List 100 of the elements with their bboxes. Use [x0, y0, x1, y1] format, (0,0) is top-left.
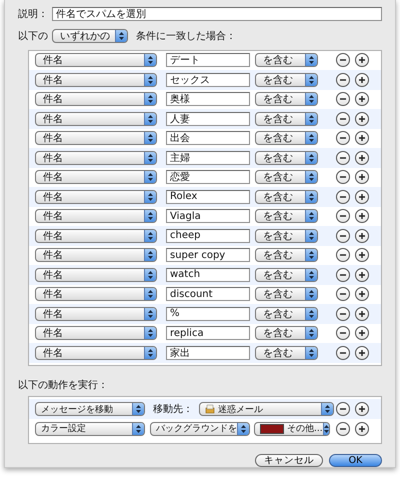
operator-popup[interactable]: を含む	[255, 209, 318, 224]
remove-button[interactable]	[336, 112, 350, 126]
field-popup[interactable]: 件名	[35, 306, 157, 321]
action-popup[interactable]: カラー設定	[35, 422, 145, 436]
add-button[interactable]	[355, 112, 369, 126]
value-field[interactable]: セックス	[166, 72, 250, 87]
add-button[interactable]	[355, 190, 369, 204]
value-field[interactable]: super copy	[166, 248, 250, 262]
add-button[interactable]	[355, 306, 369, 321]
field-popup[interactable]: 件名	[35, 72, 157, 87]
remove-button[interactable]	[336, 326, 350, 340]
operator-popup[interactable]: を含む	[255, 170, 318, 184]
add-button[interactable]	[355, 209, 369, 224]
action-popup[interactable]: メッセージを移動	[35, 402, 145, 416]
value-field[interactable]: watch	[166, 268, 250, 282]
value-field[interactable]: replica	[166, 326, 250, 340]
remove-button[interactable]	[336, 228, 350, 243]
up-down-arrows-icon	[148, 114, 153, 123]
match-popup[interactable]: いずれかの	[52, 28, 128, 43]
remove-button[interactable]	[336, 53, 350, 68]
add-button[interactable]	[355, 92, 369, 106]
value-field[interactable]: 恋愛	[166, 170, 250, 184]
add-button[interactable]	[355, 228, 369, 243]
remove-button[interactable]	[336, 402, 350, 416]
remove-button[interactable]	[336, 209, 350, 224]
remove-button[interactable]	[336, 131, 350, 146]
field-popup[interactable]: 件名	[35, 248, 157, 262]
field-popup[interactable]: 件名	[35, 346, 157, 360]
remove-button[interactable]	[336, 248, 350, 262]
remove-button[interactable]	[336, 92, 350, 106]
mailbox-popup[interactable]: 迷惑メール	[199, 402, 334, 416]
plus-icon	[358, 348, 366, 357]
up-down-arrows-icon	[309, 76, 314, 84]
operator-popup[interactable]: を含む	[255, 190, 318, 204]
operator-popup[interactable]: を含む	[255, 131, 318, 146]
remove-button[interactable]	[336, 190, 350, 204]
value-field[interactable]: 人妻	[166, 112, 250, 126]
field-popup[interactable]: 件名	[35, 190, 157, 204]
field-popup[interactable]: 件名	[35, 131, 157, 146]
remove-button[interactable]	[336, 268, 350, 282]
value-field[interactable]: Viagla	[166, 209, 250, 224]
add-button[interactable]	[355, 422, 369, 436]
ok-button[interactable]: OK	[329, 454, 382, 467]
add-button[interactable]	[355, 287, 369, 302]
operator-popup[interactable]: を含む	[255, 112, 318, 126]
operator-popup[interactable]: を含む	[255, 346, 318, 360]
add-button[interactable]	[355, 53, 369, 68]
add-button[interactable]	[355, 326, 369, 340]
field-popup[interactable]: 件名	[35, 112, 157, 126]
value-field[interactable]: cheep	[166, 228, 250, 243]
color-popup[interactable]: その他...	[254, 422, 330, 436]
operator-popup[interactable]: を含む	[255, 306, 318, 321]
operator-popup[interactable]: を含む	[255, 326, 318, 340]
operator-popup[interactable]: を含む	[255, 287, 318, 302]
add-button[interactable]	[355, 248, 369, 262]
operator-popup[interactable]: を含む	[255, 53, 318, 68]
add-button[interactable]	[355, 72, 369, 87]
description-field[interactable]: 件名でスパムを選別	[52, 6, 382, 21]
up-down-arrows-icon	[148, 232, 153, 240]
add-button[interactable]	[355, 402, 369, 416]
add-button[interactable]	[355, 268, 369, 282]
value-field[interactable]: デート	[166, 53, 250, 68]
operator-popup[interactable]: を含む	[255, 150, 318, 165]
operator-popup[interactable]: を含む	[255, 268, 318, 282]
remove-button[interactable]	[336, 287, 350, 302]
remove-button[interactable]	[336, 306, 350, 321]
operator-popup[interactable]: を含む	[255, 248, 318, 262]
value-field[interactable]: 出会	[166, 131, 250, 146]
add-button[interactable]	[355, 131, 369, 146]
field-popup[interactable]: 件名	[35, 287, 157, 302]
value-field[interactable]: Rolex	[166, 190, 250, 204]
field-popup[interactable]: 件名	[35, 92, 157, 106]
field-popup[interactable]: 件名	[35, 268, 157, 282]
operator-popup[interactable]: を含む	[255, 92, 318, 106]
field-popup[interactable]: 件名	[35, 150, 157, 165]
value-field[interactable]: discount	[166, 287, 250, 302]
field-popup[interactable]: 件名	[35, 170, 157, 184]
mode-popup[interactable]: バックグラウンドを	[150, 422, 250, 436]
remove-button[interactable]	[336, 422, 350, 436]
remove-button[interactable]	[336, 346, 350, 360]
add-button[interactable]	[355, 346, 369, 360]
up-down-arrows-icon	[148, 348, 153, 357]
plus-icon	[358, 154, 366, 162]
up-down-arrows-icon	[148, 154, 153, 162]
field-popup[interactable]: 件名	[35, 53, 157, 68]
operator-popup[interactable]: を含む	[255, 228, 318, 243]
field-popup[interactable]: 件名	[35, 228, 157, 243]
value-field[interactable]: 家出	[166, 346, 250, 360]
remove-button[interactable]	[336, 170, 350, 184]
remove-button[interactable]	[336, 150, 350, 165]
field-popup[interactable]: 件名	[35, 326, 157, 340]
add-button[interactable]	[355, 170, 369, 184]
value-field[interactable]: %	[166, 306, 250, 321]
operator-popup[interactable]: を含む	[255, 72, 318, 87]
cancel-button[interactable]: キャンセル	[255, 454, 323, 467]
remove-button[interactable]	[336, 72, 350, 87]
value-field[interactable]: 奥様	[166, 92, 250, 106]
field-popup[interactable]: 件名	[35, 209, 157, 224]
value-field[interactable]: 主婦	[166, 150, 250, 165]
add-button[interactable]	[355, 150, 369, 165]
